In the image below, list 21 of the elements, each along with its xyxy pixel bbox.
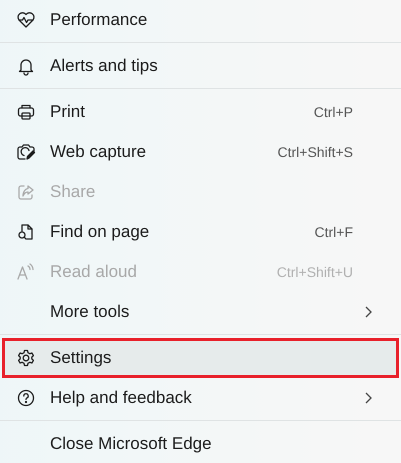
read-aloud-icon: [16, 262, 36, 282]
menu-item[interactable]: Alerts and tips: [0, 46, 401, 86]
menu-item[interactable]: More tools: [0, 292, 401, 332]
menu-item[interactable]: Close Microsoft Edge: [0, 424, 401, 463]
menu-item[interactable]: Print Ctrl+P: [0, 92, 401, 132]
menu-item[interactable]: Settings: [2, 338, 399, 378]
settings-icon: [16, 348, 36, 368]
shortcut-label: Ctrl+Shift+U: [276, 264, 353, 280]
shortcut-label: Ctrl+Shift+S: [278, 144, 353, 160]
help-icon: [16, 388, 36, 408]
menu-item[interactable]: Performance: [0, 0, 401, 40]
menu-item[interactable]: Help and feedback: [0, 378, 401, 418]
chevron-right-icon: [363, 305, 373, 319]
printer-icon: [16, 102, 36, 122]
shortcut-label: Ctrl+F: [314, 224, 353, 240]
camera-pen-icon: [16, 142, 36, 162]
shortcut-label: Ctrl+P: [314, 104, 353, 120]
menu-item[interactable]: Web capture Ctrl+Shift+S: [0, 132, 401, 172]
menu-item[interactable]: Find on page Ctrl+F: [0, 212, 401, 252]
heart-pulse-icon: [16, 10, 36, 30]
chevron-right-icon: [363, 391, 373, 405]
